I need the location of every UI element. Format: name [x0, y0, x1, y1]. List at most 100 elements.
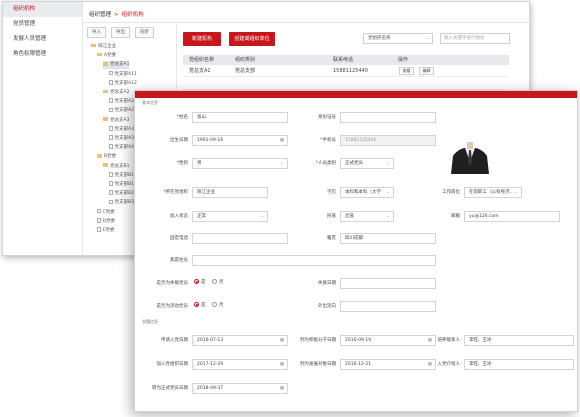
- tree-node[interactable]: B党委: [97, 153, 116, 161]
- edit-button[interactable]: 编辑: [419, 67, 434, 75]
- apply-date-field[interactable]: 2016-07-13 ▦: [192, 335, 288, 346]
- view-button[interactable]: 查看: [399, 67, 414, 75]
- tree-node[interactable]: 党总支B1: [103, 163, 129, 171]
- mobile-party-no-radio[interactable]: 否: [212, 302, 224, 308]
- tree-node[interactable]: 党支部B2: [109, 190, 134, 198]
- org-name-select-value: 党组织名称: [368, 36, 391, 41]
- yes-label: 是: [201, 280, 206, 285]
- name-field[interactable]: 张山: [192, 112, 288, 123]
- branch-field[interactable]: 阳江企业: [192, 187, 268, 198]
- calendar-icon: ▦: [279, 138, 284, 143]
- export-button[interactable]: 导出: [111, 27, 130, 38]
- tree-node[interactable]: 党支部A32: [109, 135, 137, 143]
- join-date-value: 2017-12-29: [197, 362, 224, 367]
- radio-checked-icon: [194, 279, 199, 284]
- org-name-select[interactable]: 党组织名称 ⌄: [363, 33, 433, 44]
- calendar-icon: ▦: [279, 338, 284, 343]
- col-ops-header: 操作: [398, 57, 409, 63]
- ethnic-select[interactable]: 壮族 ⌄: [340, 211, 394, 222]
- tree-node[interactable]: 党总支A3: [103, 117, 129, 125]
- devobj-date-field[interactable]: 2016-12-21 ▦: [340, 359, 436, 370]
- activist-date-field[interactable]: 2016-09-19 ▦: [340, 335, 436, 346]
- formal-date-field[interactable]: 2018-09-37 ▦: [192, 383, 288, 394]
- tree-node-label: A党委: [104, 53, 117, 59]
- tree-node[interactable]: A党委: [97, 52, 116, 60]
- unit-select[interactable]: 在岗职工（公有经济... ⌄: [464, 187, 522, 198]
- tree-node[interactable]: 党总支A2: [103, 89, 129, 97]
- mobile-field[interactable]: 15881125440: [340, 135, 436, 146]
- branch-label: *所在党组织: [150, 189, 188, 195]
- folder-icon: [91, 43, 96, 48]
- unit-value: 在岗职工（公有经济...: [469, 190, 514, 195]
- tree-node[interactable]: 党支部A21: [109, 98, 137, 106]
- mobile-party-yes-radio[interactable]: 是: [194, 302, 206, 308]
- radio-unchecked-icon: [212, 302, 217, 307]
- folder-icon: [97, 52, 102, 57]
- tree-node[interactable]: 党支部B12: [109, 181, 137, 189]
- document-icon: [109, 135, 113, 140]
- import-button[interactable]: 导入: [87, 27, 106, 38]
- category-label: *人员类别: [295, 160, 336, 166]
- formal-date-label: 转为正式党员日期: [152, 386, 188, 391]
- breadcrumb-root[interactable]: 组织管理: [89, 12, 111, 18]
- new-org-button[interactable]: 新建机构: [183, 32, 221, 46]
- search-input[interactable]: 输入关键字进行搜索: [440, 33, 510, 44]
- tree-node[interactable]: 党总支A1: [103, 61, 130, 70]
- tree-node[interactable]: 阳江企业: [91, 43, 116, 51]
- table-row[interactable]: 党总支A1 党总支部 15881125440 查看 编辑: [183, 65, 509, 77]
- idcard-label: 身份证号: [318, 115, 336, 120]
- tree-node[interactable]: 党支部A31: [109, 126, 137, 134]
- document-icon: [97, 208, 101, 214]
- section-party-title: 党籍信息: [142, 319, 158, 324]
- chevron-down-icon: ⌄: [514, 190, 518, 195]
- breadcrumb: 组织管理 > 组织机构: [89, 10, 144, 18]
- flow-label: 外出流向: [318, 304, 336, 309]
- tree-node[interactable]: E党委: [97, 227, 114, 235]
- email-field[interactable]: yu@126.com: [464, 211, 560, 222]
- work-status-select[interactable]: 正常 ⌄: [192, 211, 268, 222]
- tree-node[interactable]: 党支部A4: [109, 144, 134, 152]
- tree-node[interactable]: C党委: [97, 208, 115, 217]
- tree-node-label: E党委: [102, 228, 115, 233]
- tree-node[interactable]: 党支部A11: [109, 70, 137, 79]
- devobj-date-label: 列为发展对象日期: [300, 362, 336, 367]
- create-unit-button[interactable]: 创建或组织单位: [229, 32, 275, 46]
- join-date-field[interactable]: 2017-12-29 ▦: [192, 359, 288, 370]
- branch-label-text: 所在党组织: [165, 190, 189, 195]
- tree-node[interactable]: 党支部B3: [109, 199, 134, 207]
- table-row[interactable]: [183, 78, 509, 90]
- tree-node[interactable]: 党支部A12: [109, 80, 137, 88]
- gender-select[interactable]: 男 ⌄: [192, 158, 288, 169]
- idcard-field[interactable]: [340, 112, 436, 123]
- tree-node[interactable]: 党支部B11: [109, 172, 137, 180]
- address-field[interactable]: [192, 255, 436, 266]
- radio-unchecked-icon: [212, 279, 217, 284]
- calendar-icon: ▦: [279, 386, 284, 391]
- birth-field[interactable]: 1991-09-16 ▦: [192, 135, 288, 146]
- col-name-header: 党组织名称: [189, 57, 215, 63]
- missing-yes-radio[interactable]: 是: [194, 279, 206, 285]
- sponsor-field[interactable]: 李旺、王冰: [464, 359, 574, 370]
- sidebar-item[interactable]: 发展人员管理: [3, 32, 82, 47]
- sidebar-item[interactable]: 党员管理: [3, 17, 82, 32]
- phone-field[interactable]: [192, 233, 288, 244]
- tree-node[interactable]: 党支部A22: [109, 107, 137, 115]
- category-select[interactable]: 正式党员 ⌄: [340, 158, 394, 169]
- contact-field[interactable]: 李旺、王冰: [464, 335, 574, 346]
- native-field[interactable]: 四川成都: [340, 233, 436, 244]
- edu-select[interactable]: 本科和本科（大学 ⌄: [340, 187, 394, 198]
- tree-node[interactable]: D党委: [97, 218, 115, 226]
- mobile-label: *手机号: [300, 137, 336, 143]
- missing-date-field[interactable]: [340, 278, 436, 289]
- sidebar-item[interactable]: 组织机构: [3, 2, 82, 17]
- sync-button[interactable]: 同步: [135, 27, 154, 38]
- formal-date-value: 2018-09-37: [197, 386, 224, 391]
- gender-value: 男: [197, 161, 202, 166]
- mobile-label-text: 手机号: [322, 138, 337, 143]
- flow-field[interactable]: [340, 301, 436, 312]
- unit-label: 工作岗位: [442, 190, 460, 195]
- sidebar-item[interactable]: 角色权限管理: [3, 47, 82, 62]
- document-icon: [109, 199, 113, 205]
- missing-no-radio[interactable]: 否: [212, 279, 224, 285]
- breadcrumb-separator: >: [114, 12, 119, 18]
